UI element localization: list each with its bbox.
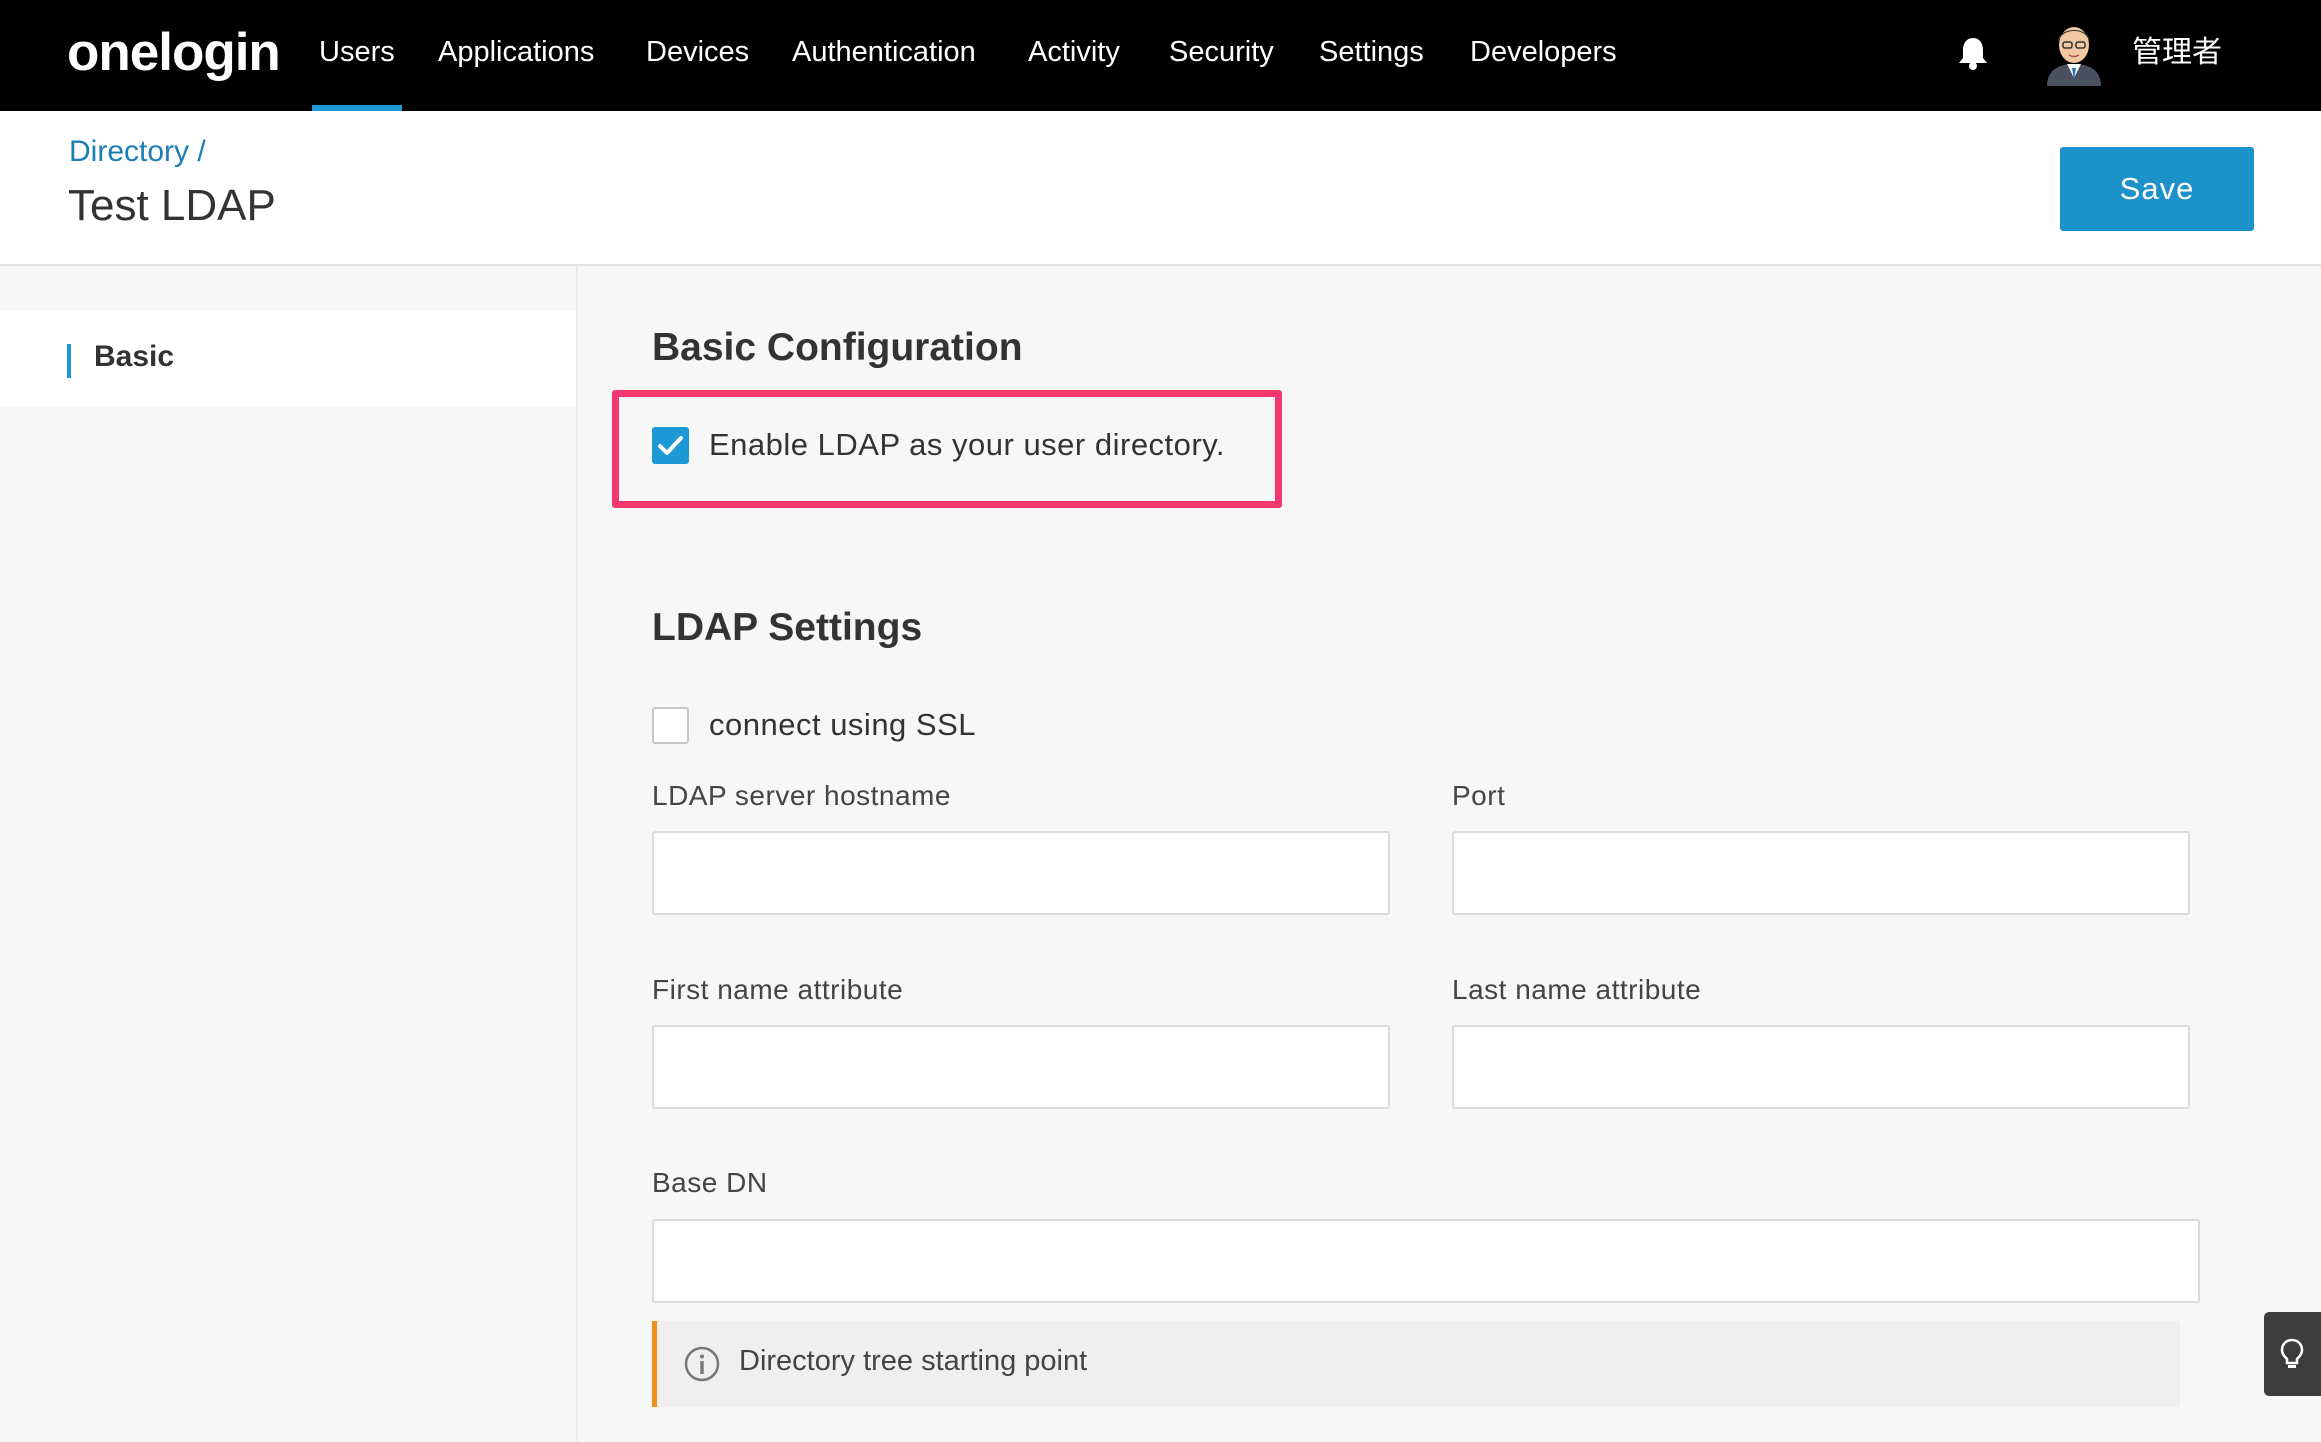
nav-item-developers[interactable]: Developers: [1470, 0, 1617, 111]
hint-text: Directory tree starting point: [739, 1345, 1088, 1377]
nav-item-settings[interactable]: Settings: [1319, 0, 1424, 111]
nav-item-applications[interactable]: Applications: [438, 0, 594, 111]
save-button[interactable]: Save: [2060, 147, 2254, 231]
first-name-label: First name attribute: [652, 974, 904, 1005]
top-navigation: onelogin Users Applications Devices Auth…: [0, 0, 2321, 111]
last-name-input[interactable]: [1452, 1025, 2190, 1109]
bell-icon[interactable]: [1957, 36, 1989, 70]
enable-ldap-label[interactable]: Enable LDAP as your user directory.: [709, 427, 1225, 463]
ssl-checkbox[interactable]: [652, 707, 689, 744]
lightbulb-icon: [2280, 1338, 2304, 1368]
main-content: Basic Configuration Enable LDAP as your …: [580, 266, 2321, 1442]
onelogin-logo[interactable]: onelogin: [67, 22, 281, 83]
basic-configuration-title: Basic Configuration: [652, 326, 1023, 369]
user-name[interactable]: 管理者: [2132, 0, 2222, 111]
first-name-input[interactable]: [652, 1025, 1390, 1109]
hostname-label: LDAP server hostname: [652, 780, 951, 811]
page-header: Directory / Test LDAP Save: [0, 111, 2321, 266]
nav-item-authentication[interactable]: Authentication: [792, 0, 976, 111]
ssl-label[interactable]: connect using SSL: [709, 707, 976, 743]
sidebar-item-basic[interactable]: Basic: [0, 310, 576, 406]
tips-button[interactable]: [2264, 1312, 2321, 1396]
info-icon: [684, 1346, 720, 1382]
port-input[interactable]: [1452, 831, 2190, 915]
ldap-settings-title: LDAP Settings: [652, 606, 923, 649]
enable-ldap-checkbox[interactable]: [652, 427, 689, 464]
base-dn-input[interactable]: [652, 1219, 2200, 1303]
nav-item-security[interactable]: Security: [1169, 0, 1274, 111]
port-label: Port: [1452, 780, 1506, 811]
base-dn-hint: Directory tree starting point: [652, 1321, 2180, 1407]
sidebar-item-label: Basic: [94, 340, 175, 373]
nav-item-users[interactable]: Users: [312, 0, 402, 111]
breadcrumb-directory[interactable]: Directory /: [69, 135, 206, 169]
sidebar: Basic: [0, 266, 578, 1442]
active-indicator: [67, 344, 71, 378]
nav-item-devices[interactable]: Devices: [646, 0, 749, 111]
page-title: Test LDAP: [68, 181, 276, 230]
hostname-input[interactable]: [652, 831, 1390, 915]
nav-item-activity[interactable]: Activity: [1028, 0, 1120, 111]
base-dn-label: Base DN: [652, 1167, 768, 1198]
checkmark-icon: [658, 436, 683, 455]
avatar[interactable]: [2043, 18, 2105, 86]
last-name-label: Last name attribute: [1452, 974, 1702, 1005]
